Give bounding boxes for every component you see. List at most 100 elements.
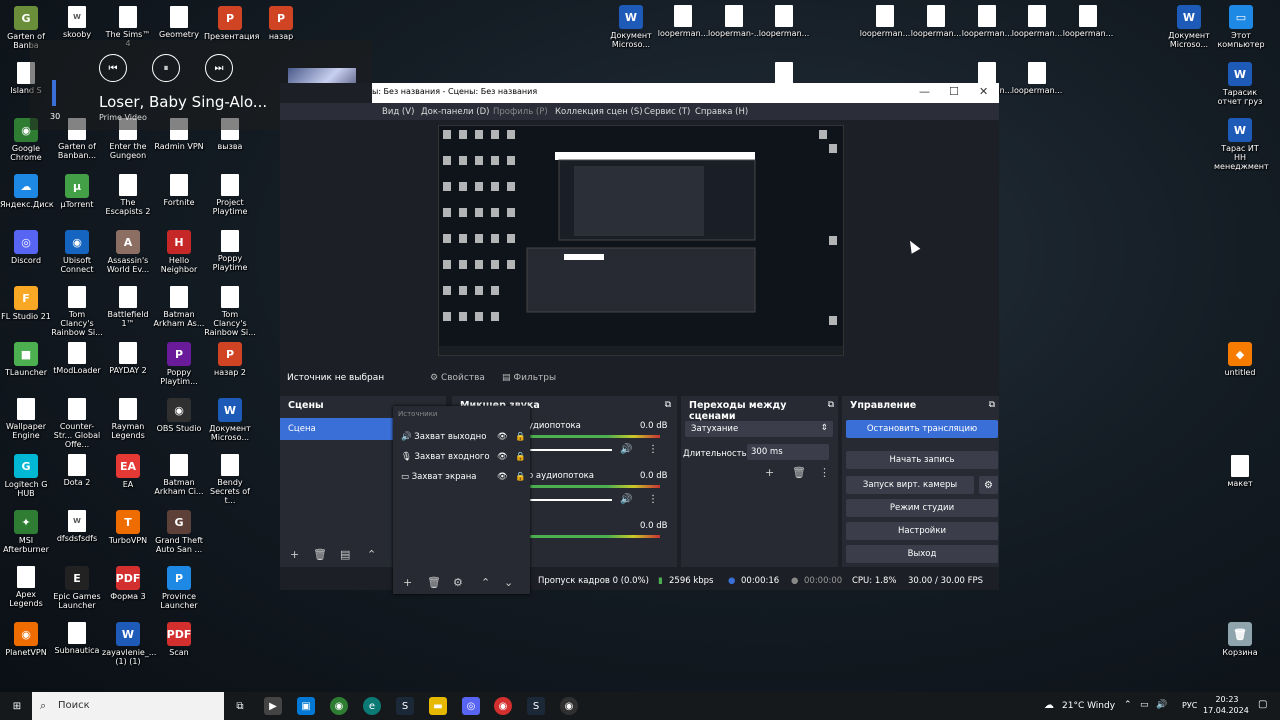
desktop-icon[interactable]: W Документ Microsо... (1163, 5, 1215, 49)
desktop-icon[interactable]: looperman... (1062, 5, 1114, 38)
desktop-icon[interactable]: ■ TLauncher (0, 342, 52, 377)
menu-tools[interactable]: Сервис (T) (644, 107, 690, 117)
desktop-icon[interactable]: ☁ Яндекс.Диск (0, 174, 54, 209)
desktop-icon[interactable]: Batman Arkham Ci... (153, 454, 205, 496)
move-scene-up-button[interactable]: ⌃ (367, 548, 376, 561)
notification-icon[interactable]: ▢ (1258, 699, 1267, 710)
desktop-icon[interactable]: H Hello Neighbor (153, 230, 205, 274)
move-source-up-button[interactable]: ⌃ (481, 576, 490, 589)
properties-button[interactable]: ⚙ Свойства (430, 373, 485, 383)
desktop-icon[interactable]: Wzayavlenie_... (1) (1) (102, 622, 156, 666)
eye-icon[interactable]: 👁 (497, 432, 508, 442)
menu-help[interactable]: Справка (H) (695, 107, 748, 117)
more-options-icon[interactable]: ⋮ (648, 444, 658, 455)
pause-button[interactable]: ⏸ (152, 54, 180, 82)
menu-docks[interactable]: Док-панели (D) (421, 107, 489, 117)
store-icon[interactable]: ▣ (297, 697, 315, 715)
network-icon[interactable]: ▭ (1140, 700, 1149, 710)
next-track-button[interactable]: ⏭ (205, 54, 233, 82)
tray-chevron-icon[interactable]: ⌃ (1124, 700, 1132, 710)
desktop-icon[interactable]: PAYDAY 2 (102, 342, 154, 375)
desktop-icon[interactable]: E Epic Games Launcher (51, 566, 103, 610)
clock-time[interactable]: 20:23 (1210, 695, 1244, 704)
desktop-icon[interactable]: Wdfsdsfsdfs (51, 510, 103, 543)
remove-transition-button[interactable]: 🗑 (792, 466, 806, 479)
search-box[interactable]: ⌕ Поиск (32, 692, 224, 720)
desktop-icon[interactable]: F FL Studio 21 (0, 286, 52, 321)
lock-icon[interactable]: 🔒 (515, 432, 526, 442)
file-explorer-icon[interactable]: ▬ (429, 697, 447, 715)
start-recording-button[interactable]: Начать запись (846, 451, 998, 469)
desktop-icon[interactable]: Bendy Secrets of t... (204, 454, 256, 505)
desktop-icon[interactable]: P Province Launcher (153, 566, 205, 610)
discord-icon[interactable]: ◎ (462, 697, 480, 715)
desktop-icon[interactable]: Apex Legends (0, 566, 52, 608)
desktop-icon[interactable]: Dota 2 (51, 454, 103, 487)
desktop-icon[interactable]: Rayman Legends (102, 398, 154, 440)
chrome-icon[interactable]: ◉ (494, 697, 512, 715)
close-button[interactable]: ✕ (979, 85, 988, 98)
start-virtual-camera-button[interactable]: Запуск вирт. камеры (846, 476, 974, 494)
weather-text[interactable]: 21°C Windy (1062, 701, 1115, 711)
desktop-icon[interactable]: ◉ Ubisoft Connect (51, 230, 103, 274)
desktop-icon[interactable]: looperman... (910, 5, 962, 38)
desktop-icon[interactable]: The Escapists 2 (102, 174, 154, 216)
desktop-icon[interactable]: looperman... (758, 5, 810, 38)
desktop-icon[interactable]: T TurboVPN (102, 510, 154, 545)
duration-input[interactable]: 300 ms (747, 444, 829, 460)
exit-button[interactable]: Выход (846, 545, 998, 563)
dock-float-icon[interactable]: ⧉ (665, 400, 671, 410)
desktop-icon[interactable]: A Assassin's World Ev... (102, 230, 154, 274)
minimize-button[interactable]: — (919, 85, 930, 98)
source-item[interactable]: 🎙 Захват входного 👁 🔒 (401, 452, 526, 466)
previous-track-button[interactable]: ⏮ (99, 54, 127, 82)
task-view-icon[interactable]: ⧉ (231, 697, 249, 715)
desktop-icon[interactable]: looperman... (1011, 62, 1063, 95)
volume-bar[interactable] (52, 80, 56, 106)
desktop-icon[interactable]: W Тарасик отчет груз (1214, 62, 1266, 106)
desktop-icon[interactable]: Fortnite (153, 174, 205, 207)
eye-icon[interactable]: 👁 (497, 472, 508, 482)
desktop-icon[interactable]: ◎ Discord (0, 230, 52, 265)
virtual-camera-settings-button[interactable]: ⚙ (979, 476, 998, 494)
remove-source-button[interactable]: 🗑 (427, 576, 441, 589)
desktop-icon[interactable]: Wallpaper Engine (0, 398, 52, 440)
desktop-icon[interactable]: ◉ PlanetVPN (0, 622, 52, 657)
mixer-track-2-slider[interactable] (528, 499, 612, 501)
speaker-icon[interactable]: 🔊 (620, 494, 632, 505)
dock-float-icon[interactable]: ⧉ (828, 400, 834, 410)
desktop-icon[interactable]: Tom Clancy's Rainbow Si... (204, 286, 256, 337)
desktop-icon[interactable]: Battlefield 1™ (102, 286, 154, 328)
desktop-icon[interactable]: Geometry (153, 6, 205, 39)
start-button[interactable]: ⊞ (8, 697, 26, 715)
add-scene-button[interactable]: + (290, 548, 299, 561)
edge-icon[interactable]: e (363, 697, 381, 715)
steam-icon[interactable]: S (527, 697, 545, 715)
steam-icon[interactable]: S (396, 697, 414, 715)
source-item[interactable]: 🔊 Захват выходно 👁 🔒 (401, 432, 526, 446)
filters-button[interactable]: ▤ Фильтры (502, 373, 556, 383)
scene-filters-button[interactable]: ▤ (340, 548, 350, 561)
desktop-icon[interactable]: looperman... (657, 5, 709, 38)
source-properties-button[interactable]: ⚙ (453, 576, 463, 589)
desktop-icon[interactable]: looperman-... (708, 5, 761, 38)
remove-scene-button[interactable]: 🗑 (313, 548, 327, 561)
desktop-icon[interactable]: P Poppy Playtim... (153, 342, 205, 386)
desktop-icon[interactable]: ◆ untitled (1214, 342, 1266, 377)
desktop-icon[interactable]: ✦ MSI Afterburner (0, 510, 52, 554)
obs-icon[interactable]: ◉ (560, 697, 578, 715)
desktop-icon[interactable]: W Документ Microsо... (605, 5, 657, 49)
desktop-icon[interactable]: Pназар (255, 6, 307, 41)
mixer-track-1-slider[interactable] (528, 449, 612, 451)
desktop-icon[interactable]: tModLoader (51, 342, 103, 375)
desktop-icon[interactable]: Counter-Str... Global Offe... (51, 398, 103, 449)
desktop-icon[interactable]: PDF Scan (153, 622, 205, 657)
menu-scene-collection[interactable]: Коллекция сцен (S) (555, 107, 643, 117)
desktop-icon[interactable]: ▭ Этот компьютер (1215, 5, 1267, 49)
settings-button[interactable]: Настройки (846, 522, 998, 540)
desktop-icon[interactable]: Batman Arkham As... (153, 286, 205, 328)
more-options-icon[interactable]: ⋮ (648, 494, 658, 505)
dock-float-icon[interactable]: ⧉ (989, 400, 995, 410)
eye-icon[interactable]: 👁 (497, 452, 508, 462)
add-transition-button[interactable]: + (765, 466, 774, 479)
